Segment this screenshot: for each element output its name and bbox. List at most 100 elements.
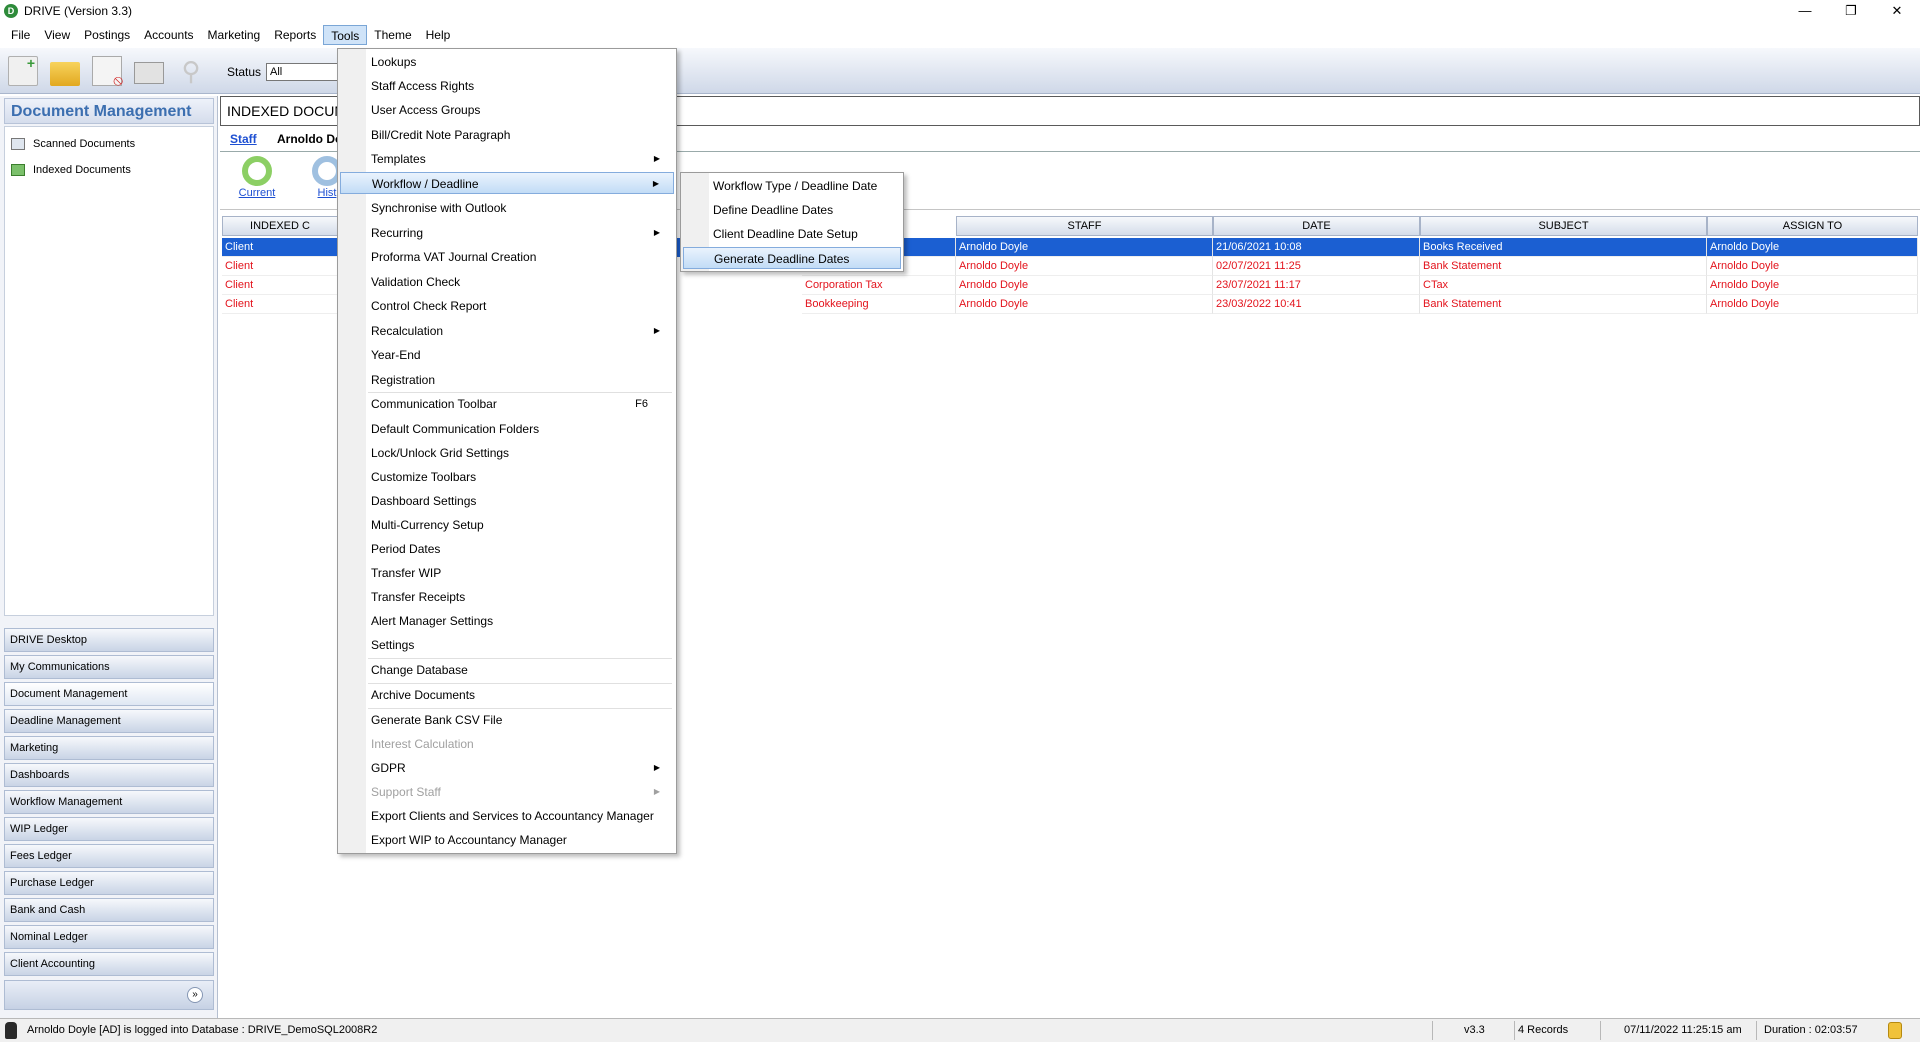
submenu-item-generate-deadline-dates[interactable]: Generate Deadline Dates [683, 247, 901, 269]
menu-item-label: Lookups [371, 55, 417, 69]
menu-item-multi-currency-setup[interactable]: Multi-Currency Setup [340, 514, 674, 536]
version-label: v3.3 [1464, 1024, 1485, 1036]
cell-type: Client [222, 276, 338, 295]
menu-item-default-communication-folders[interactable]: Default Communication Folders [340, 418, 674, 440]
menu-item-archive-documents[interactable]: Archive Documents [340, 684, 674, 706]
menu-view[interactable]: View [37, 25, 77, 45]
menu-item-synchronise-with-outlook[interactable]: Synchronise with Outlook [340, 197, 674, 219]
menu-item-transfer-wip[interactable]: Transfer WIP [340, 562, 674, 584]
nav-deadline-management[interactable]: Deadline Management [4, 709, 214, 733]
menu-item-label: Support Staff [371, 785, 441, 799]
menu-item-alert-manager-settings[interactable]: Alert Manager Settings [340, 610, 674, 632]
submenu-item-client-deadline-date-setup[interactable]: Client Deadline Date Setup [683, 223, 901, 245]
column-header-indexed[interactable]: INDEXED C [222, 216, 338, 236]
open-folder-icon[interactable] [50, 62, 80, 86]
submenu-arrow-icon: ▶ [653, 763, 660, 772]
maximize-button[interactable]: ❐ [1828, 0, 1874, 22]
menu-item-export-clients-services[interactable]: Export Clients and Services to Accountan… [340, 805, 674, 827]
menu-marketing[interactable]: Marketing [201, 25, 268, 45]
document-tree: Scanned Documents Indexed Documents [4, 126, 214, 616]
submenu-item-define-deadline-dates[interactable]: Define Deadline Dates [683, 199, 901, 221]
menu-item-user-access-groups[interactable]: User Access Groups [340, 99, 674, 121]
submenu-arrow-icon: ▶ [653, 326, 660, 335]
menu-item-recurring[interactable]: Recurring ▶ [340, 222, 674, 244]
column-header-assign-to[interactable]: ASSIGN TO [1707, 216, 1918, 236]
minimize-button[interactable]: — [1782, 0, 1828, 22]
tree-item-label: Indexed Documents [33, 164, 131, 176]
nav-fees-ledger[interactable]: Fees Ledger [4, 844, 214, 868]
current-view-button[interactable]: Current [232, 156, 282, 199]
status-divider [1600, 1021, 1601, 1040]
nav-purchase-ledger[interactable]: Purchase Ledger [4, 871, 214, 895]
menu-item-label: Multi-Currency Setup [371, 518, 484, 532]
menu-item-period-dates[interactable]: Period Dates [340, 538, 674, 560]
menu-item-staff-access-rights[interactable]: Staff Access Rights [340, 75, 674, 97]
current-icon [242, 156, 272, 186]
left-panel-header: Document Management [4, 98, 214, 124]
nav-dashboards[interactable]: Dashboards [4, 763, 214, 787]
menu-theme[interactable]: Theme [367, 25, 418, 45]
column-header-date[interactable]: DATE [1213, 216, 1420, 236]
menu-item-workflow-deadline[interactable]: Workflow / Deadline ▶ [340, 172, 674, 194]
column-header-subject[interactable]: SUBJECT [1420, 216, 1707, 236]
menu-help[interactable]: Help [419, 25, 458, 45]
menu-item-dashboard-settings[interactable]: Dashboard Settings [340, 490, 674, 512]
expand-icon[interactable]: » [187, 987, 203, 1003]
menu-postings[interactable]: Postings [77, 25, 137, 45]
menu-item-lookups[interactable]: Lookups [340, 51, 674, 73]
menu-file[interactable]: File [4, 25, 37, 45]
nav-my-communications[interactable]: My Communications [4, 655, 214, 679]
column-header-staff[interactable]: STAFF [956, 216, 1213, 236]
search-icon[interactable]: ⚲ [176, 56, 206, 86]
nav-workflow-management[interactable]: Workflow Management [4, 790, 214, 814]
submenu-item-workflow-type-deadline-date[interactable]: Workflow Type / Deadline Date [683, 175, 901, 197]
new-document-icon[interactable] [8, 55, 38, 86]
menu-item-registration[interactable]: Registration [340, 369, 674, 391]
menu-accounts[interactable]: Accounts [137, 25, 200, 45]
print-icon[interactable] [134, 62, 164, 84]
tree-item-indexed-documents[interactable]: Indexed Documents [11, 161, 131, 179]
nav-nominal-ledger[interactable]: Nominal Ledger [4, 925, 214, 949]
close-button[interactable]: ✕ [1874, 0, 1920, 22]
menu-item-customize-toolbars[interactable]: Customize Toolbars [340, 466, 674, 488]
title-bar: D DRIVE (Version 3.3) — ❐ ✕ [0, 0, 1920, 22]
nav-wip-ledger[interactable]: WIP Ledger [4, 817, 214, 841]
menu-item-label: Settings [371, 638, 415, 652]
menu-item-transfer-receipts[interactable]: Transfer Receipts [340, 586, 674, 608]
current-label: Current [238, 187, 276, 199]
menu-item-bill-credit-note-paragraph[interactable]: Bill/Credit Note Paragraph [340, 124, 674, 146]
menu-item-support-staff[interactable]: Support Staff ▶ [340, 781, 674, 803]
nav-marketing[interactable]: Marketing [4, 736, 214, 760]
nav-bank-and-cash[interactable]: Bank and Cash [4, 898, 214, 922]
menu-item-label: Archive Documents [371, 688, 476, 702]
nav-client-accounting[interactable]: Client Accounting [4, 952, 214, 976]
nav-document-management[interactable]: Document Management [4, 682, 214, 706]
menu-item-interest-calculation[interactable]: Interest Calculation [340, 733, 674, 755]
cell-service: Bookkeeping [802, 295, 956, 314]
menu-item-control-check-report[interactable]: Control Check Report [340, 295, 674, 317]
menu-item-recalculation[interactable]: Recalculation ▶ [340, 320, 674, 342]
tab-staff[interactable]: Staff [230, 132, 257, 146]
menu-tools[interactable]: Tools [323, 25, 368, 45]
tree-item-scanned-documents[interactable]: Scanned Documents [11, 135, 135, 153]
nav-drive-desktop[interactable]: DRIVE Desktop [4, 628, 214, 652]
menu-item-validation-check[interactable]: Validation Check [340, 271, 674, 293]
menu-item-label: Staff Access Rights [371, 79, 475, 93]
menu-item-templates[interactable]: Templates ▶ [340, 148, 674, 170]
menu-item-label: Export Clients and Services to Accountan… [371, 809, 654, 823]
status-divider [1756, 1021, 1757, 1040]
delete-document-icon[interactable] [92, 56, 123, 89]
menu-item-year-end[interactable]: Year-End [340, 344, 674, 366]
staff-name-label: Arnoldo Do [277, 132, 343, 146]
menu-reports[interactable]: Reports [267, 25, 323, 45]
menu-item-gdpr[interactable]: GDPR ▶ [340, 757, 674, 779]
menu-item-generate-bank-csv[interactable]: Generate Bank CSV File [340, 709, 674, 731]
menu-bar: File View Postings Accounts Marketing Re… [0, 24, 1920, 46]
menu-item-export-wip[interactable]: Export WIP to Accountancy Manager [340, 829, 674, 851]
menu-item-lock-unlock-grid-settings[interactable]: Lock/Unlock Grid Settings [340, 442, 674, 464]
menu-item-proforma-vat-journal[interactable]: Proforma VAT Journal Creation [340, 246, 674, 268]
menu-item-change-database[interactable]: Change Database [340, 659, 674, 681]
menu-item-settings[interactable]: Settings [340, 634, 674, 656]
status-select[interactable]: All [266, 63, 346, 81]
menu-item-communication-toolbar[interactable]: Communication Toolbar F6 [340, 393, 674, 415]
